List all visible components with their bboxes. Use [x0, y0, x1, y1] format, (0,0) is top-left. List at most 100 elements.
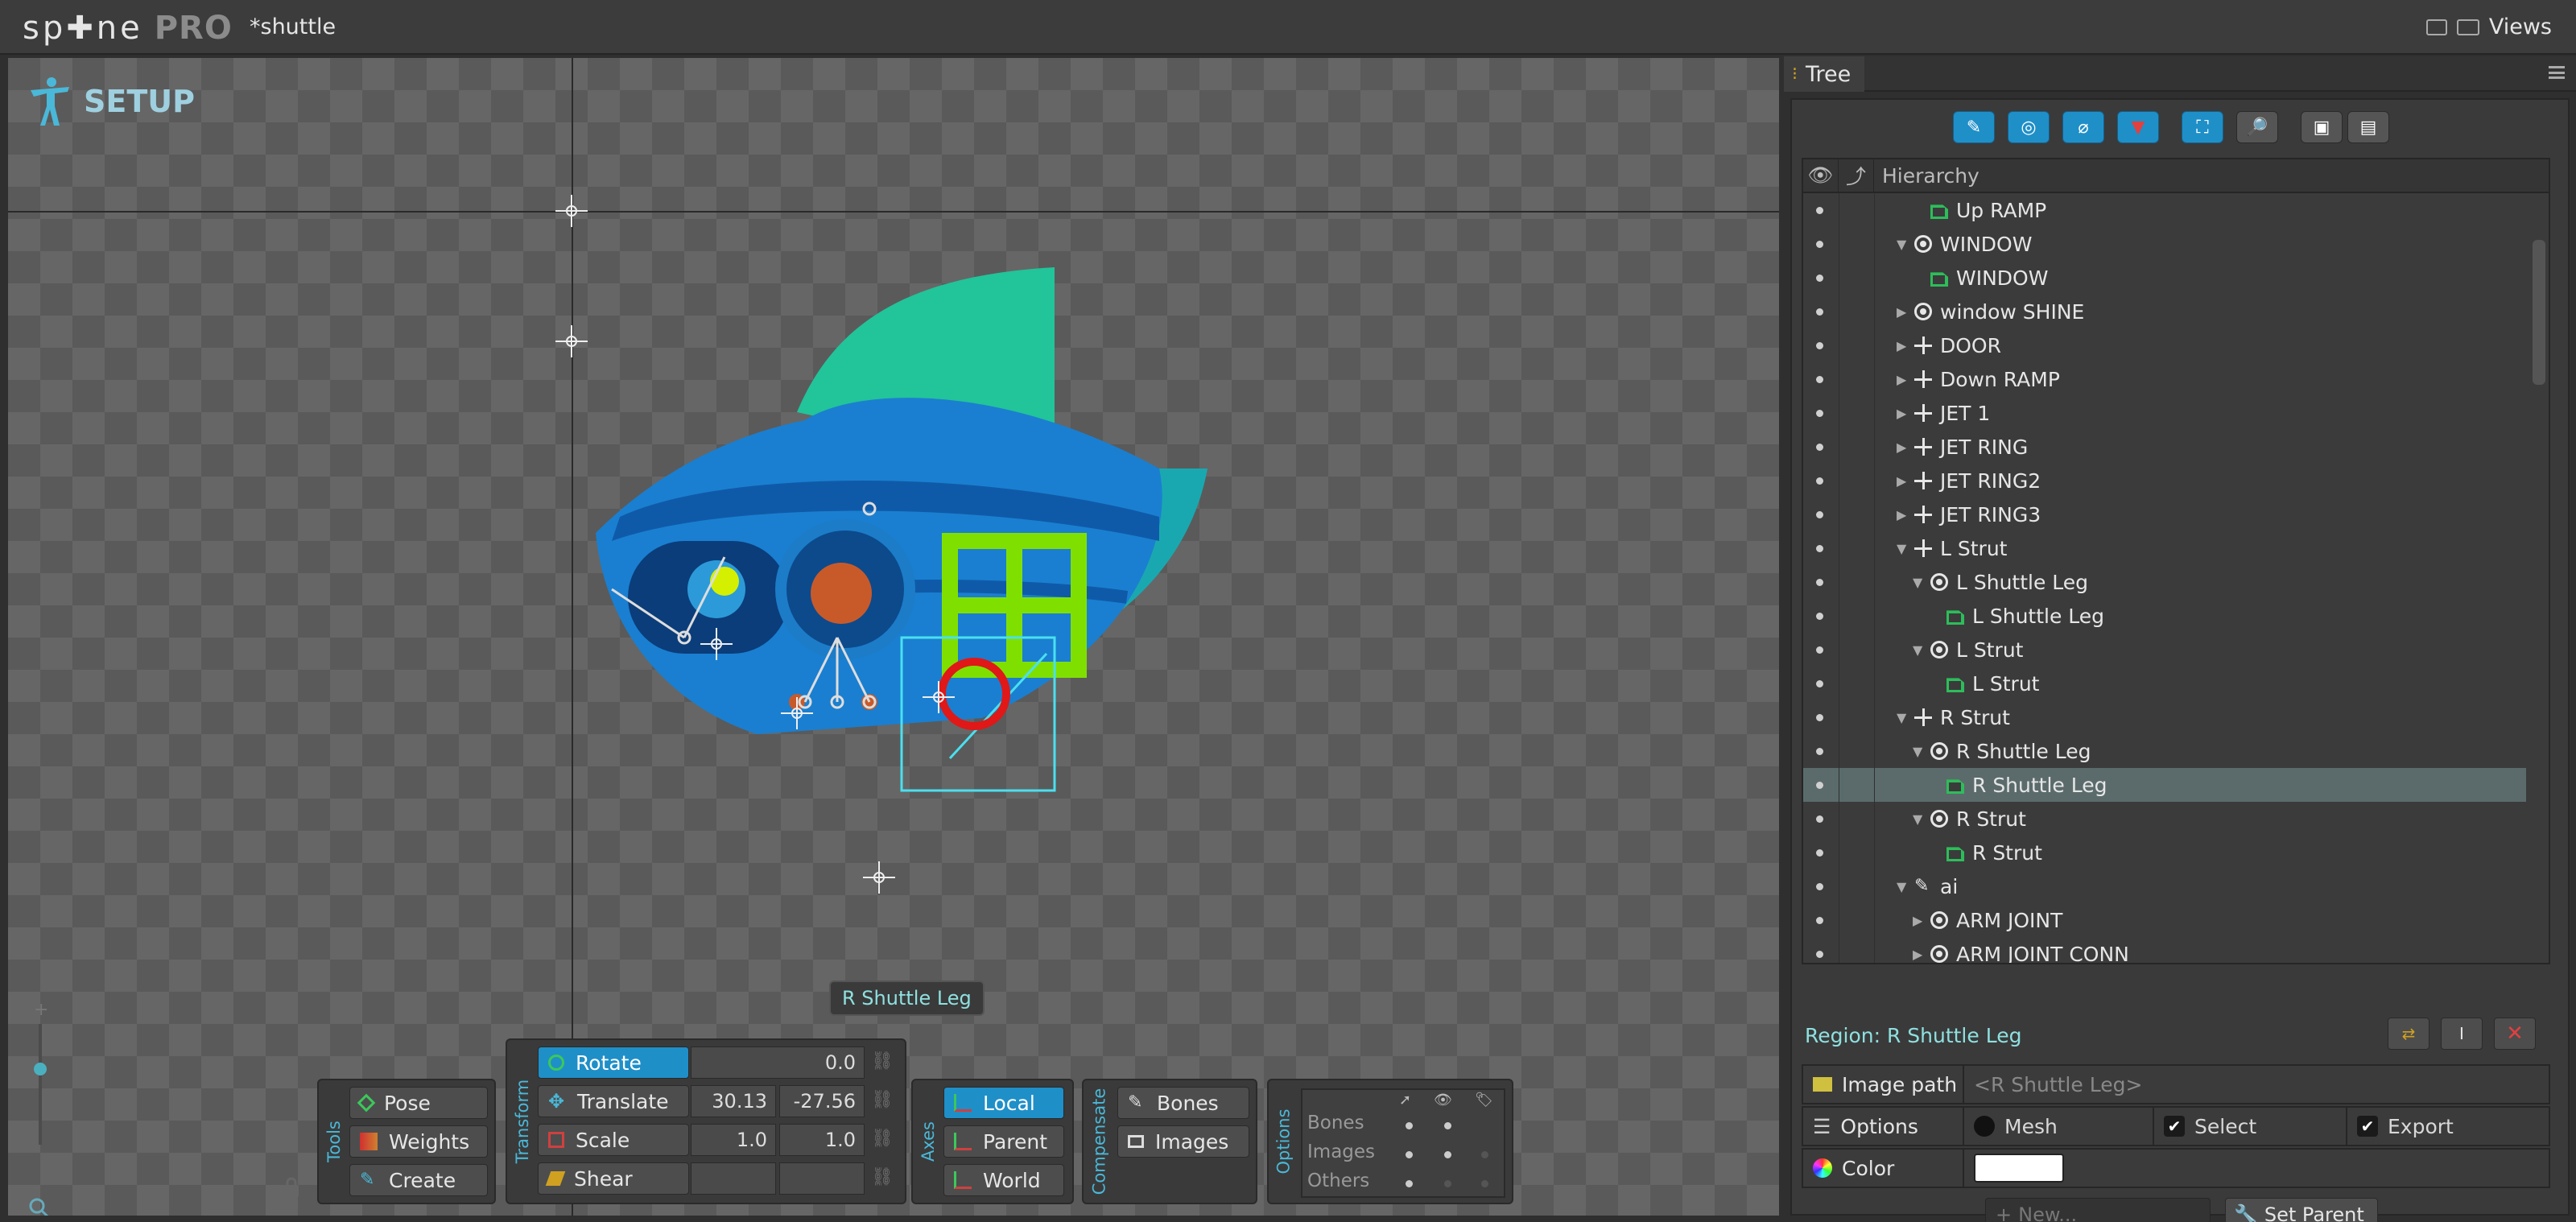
visibility-column-icon[interactable]: 👁	[1803, 159, 1839, 192]
zoom-slider-knob[interactable]	[34, 1063, 47, 1075]
panel-menu-icon[interactable]	[2549, 66, 2565, 79]
tree-row[interactable]: WINDOW	[1803, 261, 2526, 295]
visibility-dot-icon[interactable]	[1816, 714, 1823, 721]
expand-arrow-icon[interactable]: ▼	[1913, 734, 1927, 768]
visibility-dot-icon[interactable]	[1816, 646, 1823, 654]
tree-row[interactable]: ▶ ARM JOINT	[1803, 903, 2526, 937]
expand-arrow-icon[interactable]: ▼	[1913, 633, 1927, 667]
visibility-dot-icon[interactable]	[1816, 207, 1823, 214]
tree-row[interactable]: ▶ window SHINE	[1803, 295, 2526, 328]
visibility-dot-icon[interactable]	[1816, 815, 1823, 823]
parent-axes-button[interactable]: Parent	[943, 1125, 1064, 1158]
hierarchy-tree[interactable]: 👁 ⤴ Hierarchy Up RAMP ▼ WINDOW WINDOW ▶ windo…	[1802, 158, 2550, 964]
visibility-dot-icon[interactable]	[1816, 477, 1823, 485]
expand-arrow-icon[interactable]: ▶	[1897, 362, 1911, 396]
filter-constraints-button[interactable]: ⌀	[2062, 111, 2104, 143]
visibility-dot-icon[interactable]	[1816, 376, 1823, 383]
tree-row[interactable]: ▼ R Strut	[1803, 802, 2526, 836]
expand-arrow-icon[interactable]: ▶	[1913, 903, 1927, 937]
tree-row[interactable]: ▶ Down RAMP	[1803, 362, 2526, 396]
zoom-plus-icon[interactable]: +	[34, 1000, 48, 1020]
images-visible-toggle[interactable]	[1444, 1151, 1451, 1158]
lock-icon[interactable]	[282, 1177, 301, 1198]
tree-row[interactable]: ▶ ARM JOINT CONN	[1803, 937, 2526, 963]
tab-tree[interactable]: ⁝ Tree	[1784, 56, 1864, 92]
select-checkbox[interactable]: ✔	[2164, 1116, 2185, 1137]
select-option[interactable]: ✔ Select	[2154, 1108, 2347, 1145]
visibility-dot-icon[interactable]	[1816, 748, 1823, 755]
visibility-dot-icon[interactable]	[1816, 342, 1823, 349]
tree-row[interactable]: ▼ R Shuttle Leg	[1803, 734, 2526, 768]
others-visible-toggle[interactable]	[1444, 1180, 1451, 1187]
visibility-dot-icon[interactable]	[1816, 782, 1823, 789]
translate-link-icon[interactable]: ⛓	[871, 1090, 895, 1114]
expand-arrow-icon[interactable]: ▶	[1897, 396, 1911, 430]
rotate-value[interactable]: 0.0	[691, 1047, 865, 1079]
bone-handle-icon[interactable]	[555, 325, 588, 357]
visibility-dot-icon[interactable]	[1816, 680, 1823, 687]
images-tag-toggle[interactable]	[1481, 1151, 1488, 1158]
shear-link-icon[interactable]: ⛓	[871, 1167, 895, 1191]
tree-row[interactable]: ▶ JET RING	[1803, 430, 2526, 464]
expand-arrow-icon[interactable]: ▶	[1897, 430, 1911, 464]
shuttle-artwork[interactable]	[564, 203, 1240, 815]
tree-row[interactable]: R Strut	[1803, 836, 2526, 869]
mesh-option[interactable]: Mesh	[1964, 1108, 2154, 1145]
tree-row[interactable]: ▶ JET 1	[1803, 396, 2526, 430]
expand-arrow-icon[interactable]: ▶	[1913, 937, 1927, 963]
magnifier-icon[interactable]	[27, 1196, 52, 1216]
translate-y-value[interactable]: -27.56	[779, 1085, 865, 1117]
expand-arrow-icon[interactable]: ▼	[1897, 531, 1911, 565]
mesh-checkbox[interactable]	[1974, 1116, 1995, 1137]
views-menu[interactable]: Views	[2425, 14, 2552, 39]
focus-selection-button[interactable]: ⛶	[2182, 111, 2223, 143]
tree-row[interactable]: R Shuttle Leg	[1803, 768, 2526, 802]
expand-arrow-icon[interactable]: ▶	[1897, 497, 1911, 531]
bones-visible-toggle[interactable]	[1444, 1122, 1451, 1129]
visibility-dot-icon[interactable]	[1816, 511, 1823, 518]
expand-arrow-icon[interactable]: ▼	[1897, 227, 1911, 261]
scale-link-icon[interactable]: ⛓	[871, 1129, 895, 1153]
visibility-dot-icon[interactable]	[1816, 613, 1823, 620]
bone-handle-icon[interactable]	[923, 681, 955, 713]
tree-scrollbar[interactable]	[2533, 240, 2545, 385]
world-axes-button[interactable]: World	[943, 1164, 1064, 1196]
visibility-dot-icon[interactable]	[1816, 951, 1823, 958]
tree-row[interactable]: ▼ WINDOW	[1803, 227, 2526, 261]
shear-x-value[interactable]	[691, 1162, 776, 1195]
visibility-dot-icon[interactable]	[1816, 410, 1823, 417]
bone-handle-icon[interactable]	[700, 628, 733, 660]
expand-arrow-icon[interactable]: ▶	[1897, 295, 1911, 328]
tree-row[interactable]: ▶ JET RING3	[1803, 497, 2526, 531]
tree-row[interactable]: ▼ R Strut	[1803, 700, 2526, 734]
window-restore-icon[interactable]	[2425, 19, 2447, 35]
bones-select-toggle[interactable]	[1406, 1122, 1413, 1129]
scale-y-value[interactable]: 1.0	[779, 1124, 865, 1156]
visibility-dot-icon[interactable]	[1816, 444, 1823, 451]
compensate-bones-button[interactable]: ✎ Bones	[1117, 1087, 1249, 1119]
new-attachment-button[interactable]: + New...	[1985, 1198, 2211, 1222]
tree-row[interactable]: ▶ JET RING2	[1803, 464, 2526, 497]
scale-x-value[interactable]: 1.0	[691, 1124, 776, 1156]
visibility-dot-icon[interactable]	[1816, 917, 1823, 924]
compensate-images-button[interactable]: Images	[1117, 1125, 1249, 1158]
rotate-link-icon[interactable]: ⛓	[871, 1051, 895, 1075]
others-tag-toggle[interactable]	[1481, 1180, 1488, 1187]
tree-row[interactable]: Up RAMP	[1803, 193, 2526, 227]
search-button[interactable]: 🔎	[2236, 111, 2278, 143]
tree-row[interactable]: ▼ L Strut	[1803, 531, 2526, 565]
shear-button[interactable]: Shear	[538, 1162, 689, 1195]
tree-row[interactable]: L Strut	[1803, 667, 2526, 700]
others-select-toggle[interactable]	[1406, 1180, 1413, 1187]
collapse-button[interactable]: ▣	[2301, 111, 2343, 143]
tree-row[interactable]: ▼ L Shuttle Leg	[1803, 565, 2526, 599]
images-select-toggle[interactable]	[1406, 1151, 1413, 1158]
translate-x-value[interactable]: 30.13	[691, 1085, 776, 1117]
image-path-value[interactable]: <R Shuttle Leg>	[1964, 1066, 2549, 1103]
filter-toggle-button[interactable]: ▼	[2117, 111, 2159, 143]
shear-y-value[interactable]	[779, 1162, 865, 1195]
export-checkbox[interactable]: ✔	[2357, 1116, 2378, 1137]
bone-handle-icon[interactable]	[555, 195, 588, 227]
tree-row[interactable]: ▼ ✎ ai	[1803, 869, 2526, 903]
scale-button[interactable]: Scale	[538, 1124, 689, 1156]
